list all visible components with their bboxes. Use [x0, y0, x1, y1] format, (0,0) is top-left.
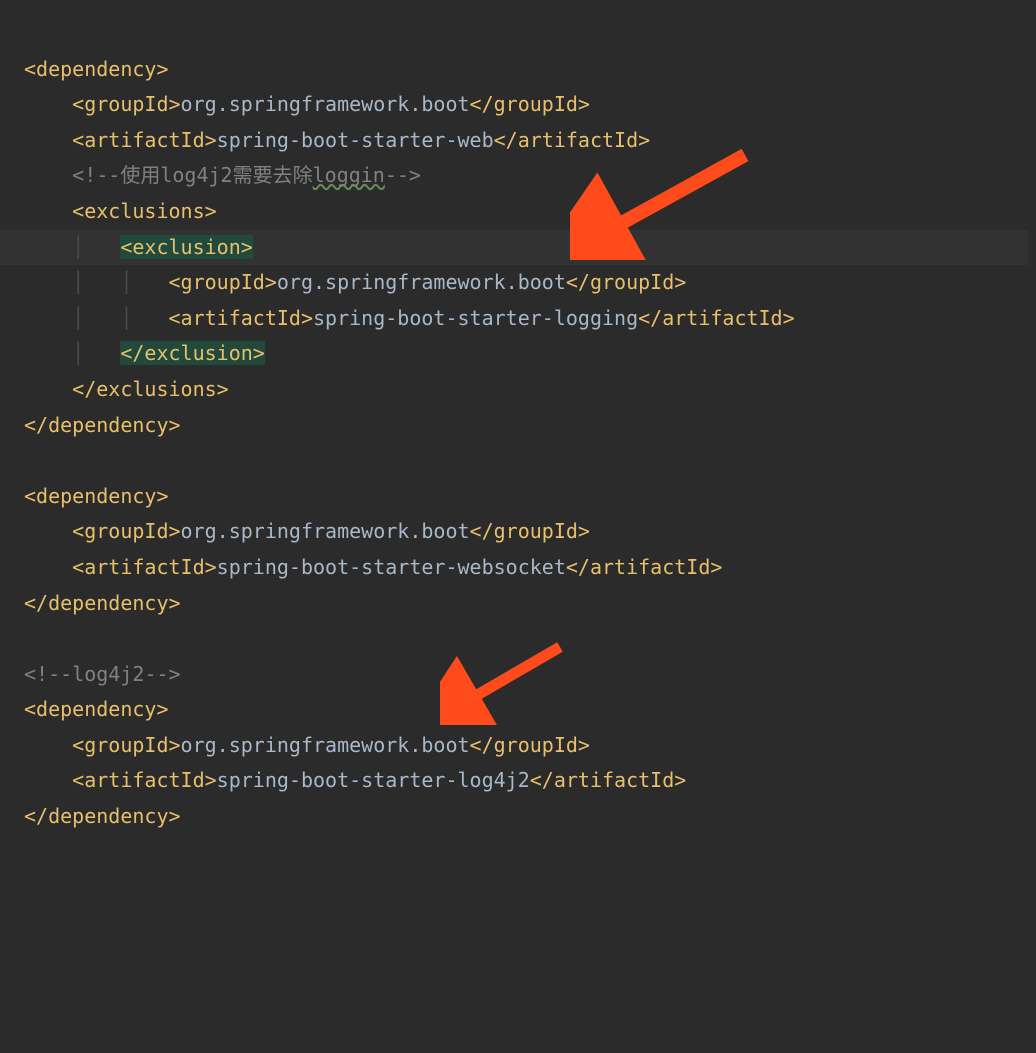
code-line: <exclusions>: [24, 199, 217, 223]
xml-tag: <dependency>: [24, 57, 169, 81]
code-line: <groupId>org.springframework.boot</group…: [24, 733, 590, 757]
code-line: </dependency>: [24, 591, 181, 615]
code-line: <groupId>org.springframework.boot</group…: [24, 519, 590, 543]
xml-tag: </groupId>: [566, 270, 686, 294]
code-line: <groupId>org.springframework.boot</group…: [24, 92, 590, 116]
xml-tag: <dependency>: [24, 484, 169, 508]
xml-tag: <groupId>: [72, 92, 180, 116]
xml-text: spring-boot-starter-logging: [313, 306, 638, 330]
code-line: │ </exclusion>: [24, 341, 265, 365]
code-line: </dependency>: [24, 804, 181, 828]
xml-text: org.springframework.boot: [181, 519, 470, 543]
xml-tag: </groupId>: [470, 733, 590, 757]
xml-tag: </exclusions>: [72, 377, 229, 401]
xml-tag: <exclusions>: [72, 199, 217, 223]
xml-tag: <dependency>: [24, 697, 169, 721]
xml-text: spring-boot-starter-web: [217, 128, 494, 152]
xml-tag: </artifactId>: [530, 768, 687, 792]
xml-tag: <groupId>: [72, 733, 180, 757]
xml-tag: <artifactId>: [72, 555, 217, 579]
xml-tag: </exclusion>: [120, 341, 265, 365]
code-editor[interactable]: <dependency> <groupId>org.springframewor…: [0, 0, 1036, 1053]
xml-text: org.springframework.boot: [181, 733, 470, 757]
xml-tag: </groupId>: [470, 92, 590, 116]
code-line: <dependency>: [24, 697, 169, 721]
xml-tag: </artifactId>: [494, 128, 651, 152]
xml-tag: <groupId>: [169, 270, 277, 294]
xml-tag: </dependency>: [24, 413, 181, 437]
highlighted-line: │ <exclusion>: [0, 230, 1028, 266]
xml-text: spring-boot-starter-websocket: [217, 555, 566, 579]
code-line: │ │ <artifactId>spring-boot-starter-logg…: [24, 306, 795, 330]
code-line: <dependency>: [24, 57, 169, 81]
code-line: │ │ <groupId>org.springframework.boot</g…: [24, 270, 686, 294]
xml-tag: </artifactId>: [638, 306, 795, 330]
code-line: <dependency>: [24, 484, 169, 508]
blank-line: [24, 626, 36, 650]
code-line: <!--使用log4j2需要去除loggin-->: [24, 163, 421, 187]
xml-text: org.springframework.boot: [181, 92, 470, 116]
xml-comment: <!--log4j2-->: [24, 662, 181, 686]
code-line: <artifactId>spring-boot-starter-web</art…: [24, 128, 650, 152]
xml-tag: </artifactId>: [566, 555, 723, 579]
xml-tag: </dependency>: [24, 591, 181, 615]
xml-text: org.springframework.boot: [277, 270, 566, 294]
annotation-arrow-icon: [440, 635, 580, 725]
xml-tag: </dependency>: [24, 804, 181, 828]
code-line: <artifactId>spring-boot-starter-websocke…: [24, 555, 722, 579]
xml-tag: <artifactId>: [169, 306, 314, 330]
xml-tag: <artifactId>: [72, 128, 217, 152]
code-line: <!--log4j2-->: [24, 662, 181, 686]
xml-tag: <artifactId>: [72, 768, 217, 792]
xml-tag: <groupId>: [72, 519, 180, 543]
xml-comment: <!--使用log4j2需要去除loggin-->: [72, 163, 421, 187]
code-line: <artifactId>spring-boot-starter-log4j2</…: [24, 768, 686, 792]
xml-tag: <exclusion>: [120, 235, 252, 259]
code-line: </dependency>: [24, 413, 181, 437]
xml-text: spring-boot-starter-log4j2: [217, 768, 530, 792]
xml-tag: </groupId>: [470, 519, 590, 543]
code-line: </exclusions>: [24, 377, 229, 401]
blank-line: [24, 448, 36, 472]
